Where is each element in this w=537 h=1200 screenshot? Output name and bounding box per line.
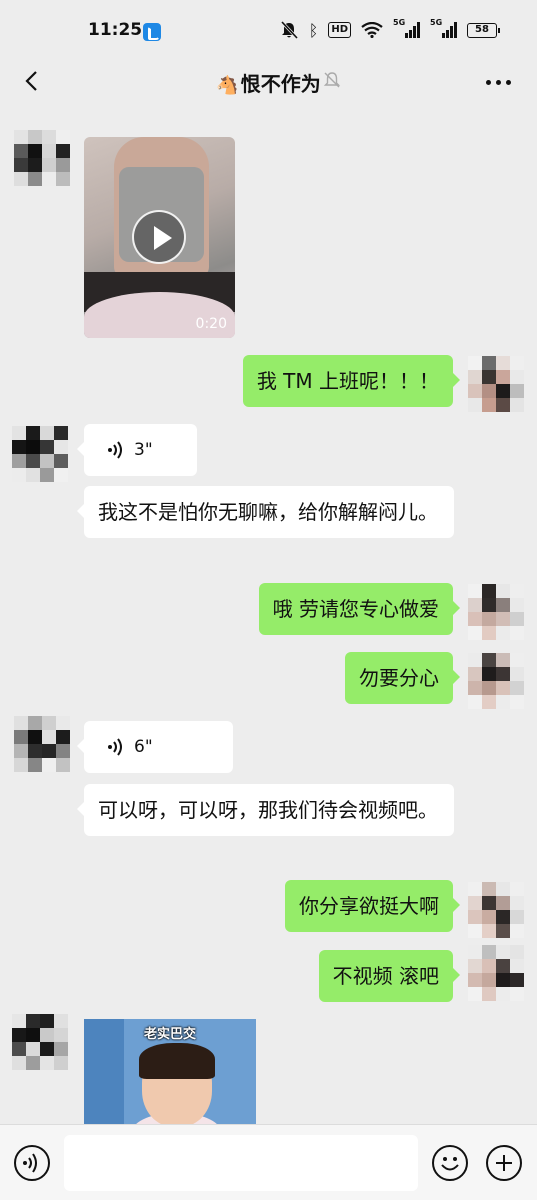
my-avatar[interactable] [468,653,524,709]
status-icons: ᛒ HD 5G 5G 58 [279,18,500,40]
video-message[interactable]: 0:20 [84,137,235,338]
sticker-caption: 老实巴交 [143,1027,196,1042]
chat-title: 🐴 恨不作为 [0,68,537,97]
my-avatar[interactable] [468,584,524,640]
received-message[interactable]: 可以呀，可以呀，那我们待会视频吧。 [77,784,454,836]
my-avatar[interactable] [468,945,524,1001]
sticker-message[interactable]: 老实巴交 [84,1019,256,1124]
signal-1-icon: 5G [393,18,420,38]
voice-wave-icon [23,1153,37,1173]
more-options-icon[interactable] [486,80,511,85]
chat-title-text: 恨不作为 [240,72,321,96]
sent-message[interactable]: 哦 劳请您专心做爱 [258,583,461,635]
received-message[interactable]: 我这不是怕你无聊嘛，给你解解闷儿。 [77,486,454,538]
mute-icon [280,20,298,40]
voice-duration: 3" [134,440,153,460]
contact-avatar[interactable] [14,716,70,772]
sent-message[interactable]: 勿要分心 [345,652,460,704]
status-time: 11:25 [88,20,143,40]
hd-icon: HD [328,22,351,38]
input-bar [0,1124,537,1200]
signal-1-label: 5G [393,18,406,27]
play-icon[interactable] [132,210,186,264]
sent-message[interactable]: 不视频 滚吧 [318,950,461,1002]
emoji-button[interactable] [432,1145,468,1181]
mute-bell-icon [323,72,341,88]
voice-message[interactable]: 3" [77,424,197,476]
sticker-hair [139,1043,215,1079]
signal-2-label: 5G [430,18,443,27]
chat-area[interactable]: 0:20 我 TM 上班呢！！！ 3" 我这不是怕你无聊嘛，给你解解闷儿。 哦 … [0,108,537,1124]
wifi-icon [361,22,383,38]
voice-duration: 6" [134,737,153,757]
contact-avatar[interactable] [14,130,70,186]
status-bar: 11:25 ᛒ HD 5G 5G 58 [0,0,537,56]
signal-2-icon: 5G [430,18,457,38]
my-avatar[interactable] [468,356,524,412]
sent-message[interactable]: 我 TM 上班呢！！！ [242,355,461,407]
smiley-icon [441,1157,459,1171]
voice-wave-icon [108,441,122,459]
battery-icon: 58 [467,22,500,38]
call-icon [143,23,161,41]
voice-wave-icon [108,738,122,756]
chat-header: 🐴 恨不作为 [0,56,537,108]
more-functions-button[interactable] [486,1145,522,1181]
title-emoji: 🐴 [216,75,239,96]
contact-avatar[interactable] [12,426,68,482]
voice-input-toggle-button[interactable] [14,1145,50,1181]
message-input[interactable] [64,1135,418,1191]
sent-message[interactable]: 你分享欲挺大啊 [285,880,460,932]
voice-message[interactable]: 6" [77,721,233,773]
video-duration: 0:20 [195,316,227,332]
my-avatar[interactable] [468,882,524,938]
contact-avatar[interactable] [12,1014,68,1070]
bluetooth-icon: ᛒ [308,20,319,40]
